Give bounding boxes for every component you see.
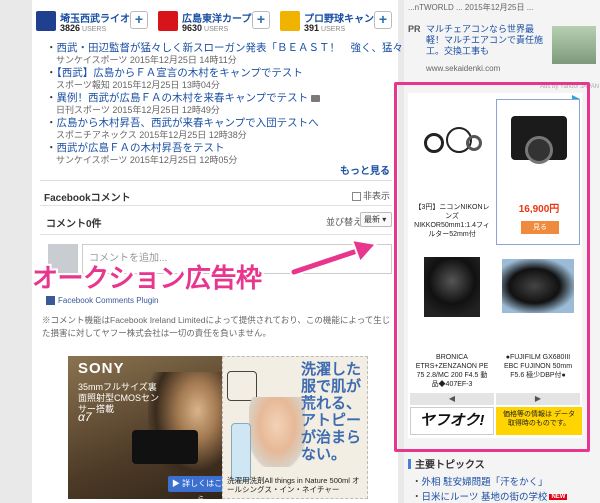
camera-icon xyxy=(311,94,321,102)
team-user-count: 391 USERS xyxy=(304,23,346,33)
checkbox-icon[interactable] xyxy=(351,192,361,202)
team-user-count: 3826 USERS xyxy=(60,23,107,33)
annotation-label: オークション広告枠 xyxy=(32,263,262,293)
team-logo-icon xyxy=(280,11,300,31)
news-link[interactable]: 異例！西武が広島ＦＡの木村を来春キャンプでテスト xyxy=(46,92,396,105)
ad-brand: SONY xyxy=(78,360,125,377)
pr-tag: PR xyxy=(408,24,421,34)
sort-label: 並び替え xyxy=(326,217,363,227)
main-topics-heading: 主要トピックス xyxy=(408,456,485,471)
more-link[interactable]: もっと見る xyxy=(340,162,390,177)
previous-item-meta: ...nTWORLD ... 2015年12月25日 ... xyxy=(408,3,534,12)
news-link[interactable]: 西武が広島ＦＡの木村昇吾をテスト xyxy=(46,142,396,155)
detergent-ad[interactable]: 洗濯した服で肌が荒れる、アトピーが治まらない。 洗濯用洗剤All things … xyxy=(222,356,368,499)
pr-thumbnail xyxy=(552,26,596,64)
comment-count: コメント0件 xyxy=(46,219,102,230)
facebook-plugin-label[interactable]: Facebook Comments Plugin xyxy=(46,296,159,306)
list-item: 広島から木村昇吾、西武が来春キャンプで入団テストへ スポニチアネックス 2015… xyxy=(46,117,396,142)
bottle-image xyxy=(231,423,251,481)
topic-link[interactable]: 外相 駐安婦問題「汗をかく」 xyxy=(412,474,548,488)
news-source: スポーツ報知 2015年12月25日 13時04分 xyxy=(56,80,220,90)
news-link[interactable]: 広島から木村昇吾、西武が来春キャンプで入団テストへ xyxy=(46,117,396,130)
new-badge: NEW xyxy=(549,494,568,501)
news-link[interactable]: 【西武】広島からＦＡ宣言の木村をキャンプでテスト xyxy=(46,67,396,80)
list-item: 【西武】広島からＦＡ宣言の木村をキャンプでテスト スポーツ報知 2015年12月… xyxy=(46,67,396,92)
news-link[interactable]: 西武・田辺監督が猛々しく新スローガン発表「ＢＥＡＳＴ！ 強く、猛々しく。」 xyxy=(46,42,440,55)
highlight-frame xyxy=(394,82,590,452)
baby-image xyxy=(249,397,305,467)
list-item: 西武・田辺監督が猛々しく新スローガン発表「ＢＥＡＳＴ！ 強く、猛々しく。」 サン… xyxy=(46,42,440,67)
pr-link[interactable]: マルチェアコンなら世界最軽！マルチエアコンで責任施工。交換工事も xyxy=(426,24,546,57)
divider xyxy=(40,205,392,206)
annotation-arrow-icon xyxy=(290,238,378,277)
pr-url: www.sekaidenki.com xyxy=(426,64,501,73)
comment-notice: ※コメント機能はFacebook Ireland Limitedによって提供され… xyxy=(42,315,391,338)
facebook-comments-title: Facebookコメント xyxy=(44,193,131,204)
sony-ad[interactable]: SONY 35mmフルサイズ裏面照射型CMOSセンサー搭載 α7 ▶ 詳しくはこ… xyxy=(68,356,244,499)
team-user-count: 9630 USERS xyxy=(182,23,229,33)
sort-select[interactable]: 最新 ▾ xyxy=(360,212,392,227)
follow-plus-button[interactable]: + xyxy=(130,11,148,29)
team-carp[interactable]: 広島東洋カープ 9630 USERS + xyxy=(158,8,274,34)
divider xyxy=(40,180,392,181)
news-source: スポニチアネックス 2015年12月25日 12時38分 xyxy=(56,130,247,140)
topic-link[interactable]: 日米にルーツ 基地の街の学校NEW xyxy=(412,489,568,503)
ad-headline: 洗濯した服で肌が荒れる、アトピーが治まらない。 xyxy=(301,361,362,463)
ad-model: α7 xyxy=(78,410,92,424)
team-logo-icon xyxy=(36,11,56,31)
list-item: 異例！西武が広島ＦＡの木村を来春キャンプでテスト 日刊スポーツ 2015年12月… xyxy=(46,92,396,117)
facebook-icon xyxy=(46,296,55,306)
divider xyxy=(40,234,392,235)
follow-plus-button[interactable]: + xyxy=(374,11,392,29)
follow-plus-button[interactable]: + xyxy=(252,11,270,29)
team-logo-icon xyxy=(158,11,178,31)
camera-image xyxy=(132,430,198,464)
team-follow-bar: 埼玉西武ライオ... 3826USERS + 広島東洋カープ 9630USERS… xyxy=(36,8,396,36)
team-camp[interactable]: プロ野球キャン... 391USERS + xyxy=(280,8,396,34)
ad-caption: 洗濯用洗剤All things in Nature 500ml オールシングス・… xyxy=(227,476,360,494)
news-source: サンケイスポーツ 2015年12月25日 14時11分 xyxy=(56,55,237,65)
hide-comments-toggle[interactable]: 非表示 xyxy=(351,189,390,202)
news-source: 日刊スポーツ 2015年12月25日 12時49分 xyxy=(56,105,220,115)
team-lions[interactable]: 埼玉西武ライオ... 3826USERS + xyxy=(36,8,152,34)
related-news-list: 西武・田辺監督が猛々しく新スローガン発表「ＢＥＡＳＴ！ 強く、猛々しく。」 サン… xyxy=(46,42,440,167)
